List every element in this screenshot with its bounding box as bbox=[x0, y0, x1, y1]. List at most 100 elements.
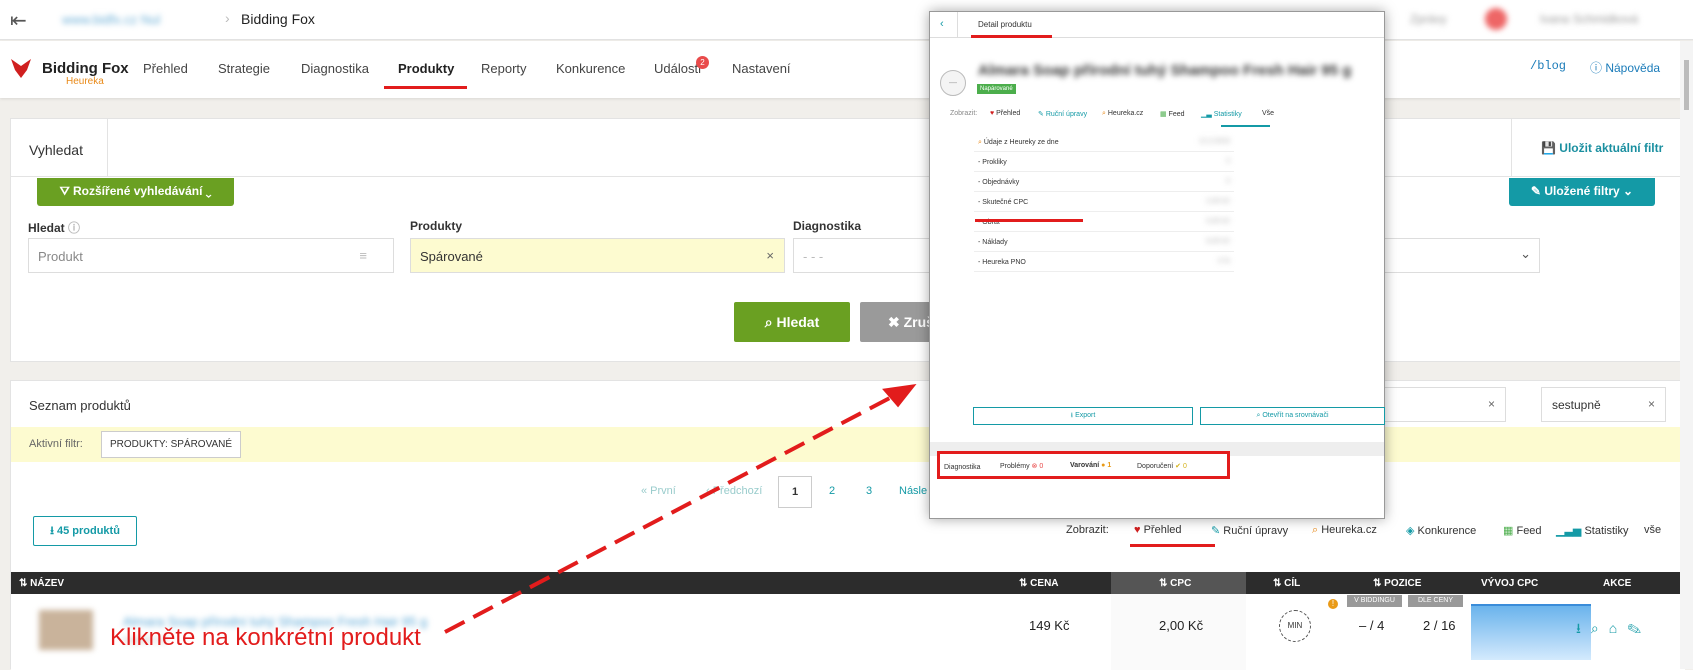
warnings-link[interactable]: Varování ● 1 bbox=[1070, 462, 1111, 469]
help-link[interactable]: ⓘ Nápověda bbox=[1590, 59, 1660, 76]
edit-icon[interactable]: ✎ bbox=[1627, 620, 1651, 636]
saved-filters-button[interactable]: ✎ Uložené filtry ⌄ bbox=[1509, 178, 1655, 206]
breadcrumb-site[interactable]: www.bidfx.cz bbox=[62, 12, 137, 27]
problems-link[interactable]: Problémy ⊗ 0 bbox=[1000, 462, 1043, 470]
page-current[interactable]: 1 bbox=[778, 476, 812, 508]
nav-produkty[interactable]: Produkty bbox=[398, 61, 454, 76]
blog-link[interactable]: /blog bbox=[1530, 59, 1566, 73]
search-button[interactable]: ⌕ Hledat bbox=[734, 302, 850, 342]
messages-link[interactable]: Zprávy bbox=[1410, 12, 1447, 26]
sort-icon: ⇅ bbox=[1159, 578, 1171, 589]
view-rucni-upravy[interactable]: ✎ Ruční úpravy bbox=[1211, 524, 1288, 537]
product-image[interactable] bbox=[39, 610, 93, 650]
export-button[interactable]: ⭳ Export bbox=[973, 407, 1193, 425]
col-cpc[interactable]: ⇅ CPC bbox=[1159, 578, 1191, 589]
popup-tab-prehled[interactable]: ♥ Přehled bbox=[990, 110, 1020, 117]
heureka-icon: ⌕ bbox=[1102, 110, 1106, 117]
recommendations-link[interactable]: Doporučení ✔ 0 bbox=[1137, 462, 1187, 470]
search-title: Vyhledat bbox=[29, 142, 83, 158]
popup-tab-feed[interactable]: ▦ Feed bbox=[1160, 110, 1185, 118]
popup-tab-heureka[interactable]: ⌕ Heureka.cz bbox=[1102, 110, 1143, 118]
page-scrollbar[interactable] bbox=[1680, 41, 1693, 669]
row-actions: ⭳⌕⌂✎ bbox=[1576, 618, 1651, 642]
breadcrumb-account[interactable]: Nul bbox=[141, 12, 161, 27]
sort-direction-select[interactable]: sestupně × bbox=[1541, 387, 1666, 422]
popup-tab-statistiky[interactable]: ▁▃ Statistiky bbox=[1201, 110, 1242, 118]
fox-icon: ♥ bbox=[1134, 524, 1141, 536]
stats-row: - Náklady 6,00 Kč bbox=[974, 232, 1234, 252]
user-menu[interactable]: Ivana Schmidková bbox=[1540, 12, 1638, 26]
col-nazev[interactable]: ⇅ NÁZEV bbox=[19, 578, 64, 589]
logo-text[interactable]: Bidding Fox bbox=[42, 60, 129, 77]
shop-icon[interactable]: ⌂ bbox=[1609, 620, 1627, 636]
app-title: Bidding Fox bbox=[241, 11, 315, 27]
popup-tab-vse[interactable]: Vše bbox=[1262, 110, 1274, 117]
nav-prehled[interactable]: Přehled bbox=[143, 61, 188, 76]
col-cena[interactable]: ⇅ CENA bbox=[1019, 578, 1059, 589]
notification-icon[interactable] bbox=[1485, 8, 1507, 30]
produkty-highlight-underline bbox=[384, 86, 467, 89]
col-cil[interactable]: ⇅ CÍL bbox=[1273, 578, 1300, 589]
competition-icon: ◈ bbox=[1406, 525, 1415, 537]
stats-row: - Obrat 0,00 Kč bbox=[974, 212, 1234, 232]
active-filter-tag[interactable]: PRODUKTY: SPÁROVANÉ bbox=[101, 431, 242, 458]
statistiky-tab-underline bbox=[1221, 125, 1270, 127]
download-icon[interactable]: ⭳ bbox=[1576, 620, 1591, 636]
nav-strategie[interactable]: Strategie bbox=[218, 61, 270, 76]
page-first[interactable]: « První bbox=[641, 485, 676, 497]
save-filter-button[interactable]: 💾 Uložit aktuální filtr bbox=[1541, 141, 1663, 155]
popup-tab-rucni-upravy[interactable]: ✎ Ruční úpravy bbox=[1038, 110, 1087, 118]
nav-diagnostika[interactable]: Diagnostika bbox=[301, 61, 369, 76]
view-feed[interactable]: ▦ Feed bbox=[1503, 524, 1542, 537]
breadcrumb[interactable]: www.bidfx.cz Nul bbox=[62, 12, 160, 27]
col-pozice[interactable]: ⇅ POZICE bbox=[1373, 578, 1421, 589]
view-statistiky[interactable]: ▁▃▅ Statistiky bbox=[1556, 524, 1628, 537]
view-konkurence[interactable]: ◈ Konkurence bbox=[1406, 524, 1476, 537]
warning-icon[interactable]: ! bbox=[1328, 599, 1338, 609]
col-cena-label: CENA bbox=[1030, 578, 1059, 589]
nav-udalosti[interactable]: Události bbox=[654, 61, 701, 76]
sort-icon: ⇅ bbox=[1273, 578, 1285, 589]
popup-title-tab[interactable]: Detail produktu bbox=[978, 20, 1032, 29]
saved-filters-label: Uložené filtry bbox=[1544, 184, 1620, 198]
page-prev[interactable]: ‹ Předchozí bbox=[706, 485, 762, 497]
inspect-icon[interactable]: ⌕ bbox=[1591, 620, 1609, 636]
nav-reporty[interactable]: Reporty bbox=[481, 61, 527, 76]
sort-icon: ⇅ bbox=[1373, 578, 1385, 589]
page-3[interactable]: 3 bbox=[866, 485, 872, 497]
pencil-icon: ✎ bbox=[1530, 184, 1545, 198]
problems-count: 0 bbox=[1039, 463, 1044, 470]
goal-badge[interactable]: MIN bbox=[1279, 610, 1311, 642]
popup-header: ‹ Detail produktu bbox=[930, 12, 1384, 38]
diagnostics-label: Diagnostika bbox=[944, 464, 981, 471]
page-next[interactable]: Násle bbox=[899, 485, 927, 497]
product-count-export-button[interactable]: ⭳ 45 produktů bbox=[33, 516, 137, 546]
position-price: 2 / 16 bbox=[1423, 618, 1456, 633]
open-comparator-button[interactable]: ⌕ Otevřít na srovnávači bbox=[1200, 407, 1385, 425]
stats-row-label: - Prokliky bbox=[978, 159, 1007, 166]
view-switcher: Zobrazit: ♥ Přehled ✎ Ruční úpravy ⌕ Heu… bbox=[1066, 524, 1676, 544]
menu-collapse-icon[interactable]: ⇤ bbox=[10, 8, 27, 33]
clear-icon[interactable]: × bbox=[1488, 397, 1495, 411]
stats-row-label: - Objednávky bbox=[978, 179, 1020, 186]
save-icon: 💾 bbox=[1541, 141, 1560, 155]
advanced-search-button[interactable]: ⛛ Rozšířené vyhledávání ⌄ bbox=[37, 178, 234, 206]
nav-nastaveni[interactable]: Nastavení bbox=[732, 61, 791, 76]
error-icon: ⊗ bbox=[1031, 463, 1038, 470]
view-heureka[interactable]: ⌕ Heureka.cz bbox=[1312, 524, 1377, 537]
nav-konkurence[interactable]: Konkurence bbox=[556, 61, 625, 76]
product-search-input[interactable]: Produkt ≡ bbox=[28, 238, 394, 273]
clear-icon[interactable]: × bbox=[766, 248, 774, 263]
produkty-select[interactable]: Spárované × bbox=[410, 238, 785, 273]
view-statistiky-label: Statistiky bbox=[1584, 525, 1629, 537]
scrollbar-thumb[interactable] bbox=[1684, 60, 1689, 110]
view-prehled[interactable]: ♥ Přehled bbox=[1134, 524, 1182, 536]
page-2[interactable]: 2 bbox=[829, 485, 835, 497]
clear-icon[interactable]: × bbox=[1648, 397, 1655, 411]
popup-tabs-label: Zobrazit: bbox=[950, 110, 978, 117]
cpc-trend-sparkline bbox=[1471, 604, 1591, 660]
advanced-search-label: Rozšířené vyhledávání bbox=[73, 184, 203, 198]
view-vse[interactable]: vše bbox=[1644, 524, 1661, 536]
open-comparator-label: Otevřít na srovnávači bbox=[1262, 412, 1329, 419]
back-chevron-icon[interactable]: ‹ bbox=[940, 18, 944, 30]
